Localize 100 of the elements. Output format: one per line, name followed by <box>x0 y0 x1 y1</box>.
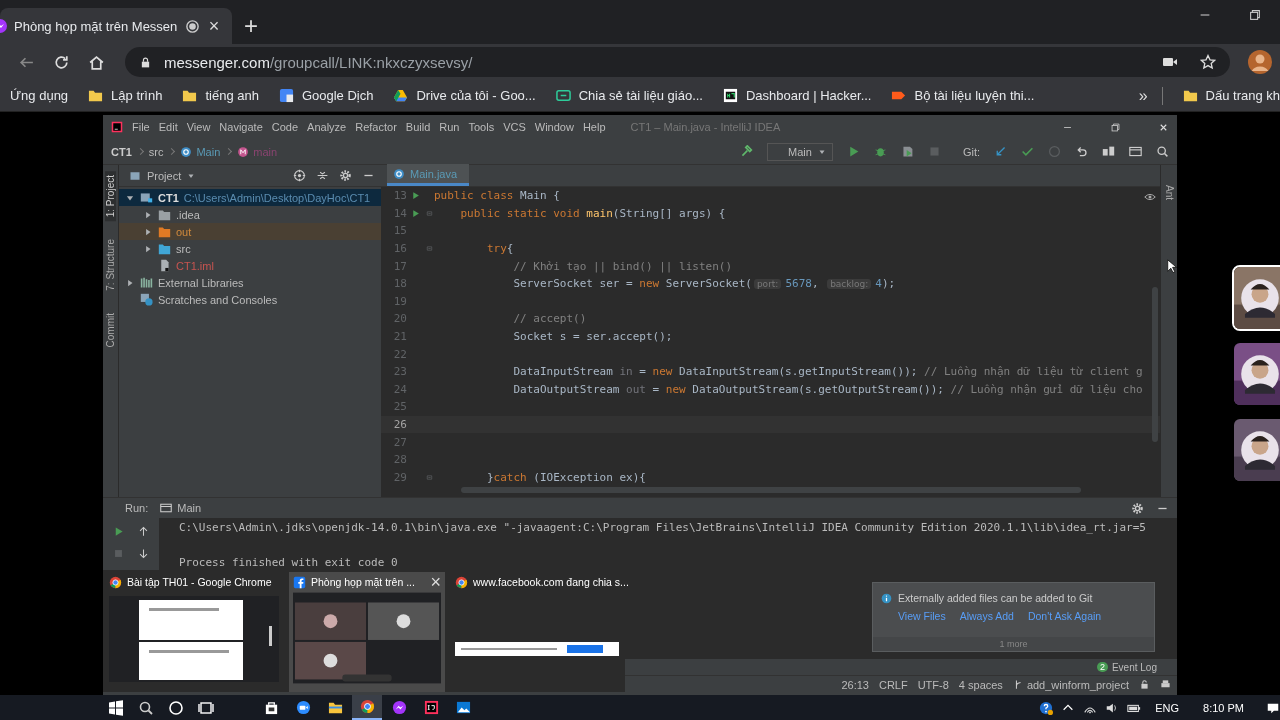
line-number: 14 <box>392 206 407 220</box>
notification-link[interactable]: Don't Ask Again <box>1027 610 1102 622</box>
close-tab-button[interactable]: × <box>206 18 222 34</box>
line-number: 27 <box>392 435 407 449</box>
notification-text: Externally added files can be added to Git <box>898 592 1093 604</box>
menu-item[interactable]: Code <box>271 121 299 133</box>
tree-item[interactable]: .idea <box>119 206 381 223</box>
keyword: public static void <box>459 206 581 220</box>
line-number: 13 <box>392 189 407 203</box>
breadcrumb[interactable]: Main <box>180 145 221 158</box>
language-indicator[interactable]: ENG <box>1155 701 1180 714</box>
console-line: Process finished with exit code 0 <box>179 556 399 572</box>
new-tab-button[interactable]: + <box>244 16 258 36</box>
keyword: new <box>639 277 661 291</box>
more-bookmarks-button[interactable]: » <box>1138 86 1148 105</box>
line-number: 16 <box>392 242 407 256</box>
tree-item[interactable]: External Libraries <box>119 274 381 291</box>
status-item[interactable]: UTF-8 <box>917 678 949 691</box>
bookmark[interactable]: tiếng anh <box>182 88 259 103</box>
code-text: Main { <box>520 189 560 203</box>
menu-item[interactable]: Navigate <box>219 121 263 133</box>
tool-window-tab[interactable]: 1: Project <box>105 171 116 222</box>
code-text: , <box>811 277 820 291</box>
bookmark[interactable]: Drive của tôi - Goo... <box>393 88 536 103</box>
line-number: 17 <box>392 259 407 273</box>
line-number: 21 <box>392 330 407 344</box>
close-button[interactable]: × <box>430 571 441 593</box>
keyword: new <box>652 365 674 379</box>
console-line: C:\Users\Admin\.jdks\openjdk-14.0.1\bin\java.exe "-javaagent:C:\Program Files\JetBrains\IntelliJ IDEA Community Edition 2020.1.1\lib\idea_rt.jar=5 <box>179 521 1147 536</box>
code-text: ServerSocket ser = <box>512 277 634 291</box>
address-bar[interactable]: messenger.com/groupcall/LINK:nkxczyxsevsy/ <box>125 47 1230 77</box>
line-number: 26 <box>392 418 407 431</box>
menu-item[interactable]: View <box>186 121 211 133</box>
keyword: catch <box>493 470 528 484</box>
bookmark[interactable]: Dashboard | Hacker... <box>723 88 872 103</box>
line-number: 19 <box>392 294 407 308</box>
menu-item[interactable]: Window <box>534 121 574 133</box>
code-text: Socket s = ser.accept(); <box>512 330 673 344</box>
window-thumbnail[interactable]: www.facebook.com đang chia s... <box>451 572 629 692</box>
code-comment: // Luồng nhận dữ liệu từ client g <box>924 365 1143 379</box>
tree-item[interactable]: src <box>119 240 381 257</box>
line-number: 24 <box>392 382 407 396</box>
bookmark[interactable]: Google Dịch <box>278 88 374 103</box>
menu-item[interactable]: Refactor <box>355 121 397 133</box>
keyword: try <box>485 242 507 256</box>
breadcrumb[interactable]: src <box>148 145 164 158</box>
menu-item[interactable]: Build <box>405 121 431 133</box>
line-number: 23 <box>392 365 407 379</box>
line-number: 20 <box>392 312 407 326</box>
tool-window-tab[interactable]: Ant <box>1163 181 1175 204</box>
code-text: (String[] args) { <box>612 206 726 220</box>
notification-link[interactable]: View Files <box>898 610 946 622</box>
tool-window-tab[interactable]: 7: Structure <box>105 235 116 295</box>
tree-item[interactable]: Scratches and Consoles <box>119 291 381 308</box>
window-thumbnail[interactable]: Bài tập TH01 - Google Chrome <box>105 572 283 692</box>
menu-item[interactable]: Help <box>582 121 606 133</box>
menu-item[interactable]: VCS <box>503 121 526 133</box>
code-text: ServerSocket( <box>665 277 752 291</box>
view-dropdown[interactable]: Project <box>129 169 196 182</box>
status-item[interactable]: CRLF <box>878 678 908 691</box>
tool-window-tab[interactable]: Commit <box>105 308 116 352</box>
line-number: 22 <box>392 347 407 361</box>
code-text: (IOException ex){ <box>533 470 646 484</box>
bookmark[interactable]: Bộ tài liệu luyện thi... <box>891 88 1035 103</box>
menu-item[interactable]: Analyze <box>307 121 347 133</box>
run-tab[interactable]: Main <box>160 502 202 514</box>
bookmark-folder[interactable]: Dấu trang kh <box>1182 88 1280 103</box>
clock[interactable]: 8:10 PM <box>1203 701 1244 714</box>
code-text: { <box>506 242 514 256</box>
line-number: 28 <box>392 453 407 467</box>
line-number: 18 <box>392 277 407 291</box>
bookmark[interactable]: Lập trình <box>88 88 163 103</box>
run-configuration-dropdown[interactable]: Main <box>767 142 833 161</box>
status-item[interactable]: 4 spaces <box>958 678 1003 691</box>
code-comment: // Luồng nhận gửi dữ liệu cho <box>950 382 1143 396</box>
bookmark[interactable]: Ứng dụng <box>10 88 69 103</box>
variable-name: in <box>619 365 633 379</box>
parameter-hint: backlog: <box>827 279 872 290</box>
status-item[interactable]: 26:13 <box>841 678 869 691</box>
browser-tab[interactable]: Phòng họp mặt trên Messen × <box>0 8 232 44</box>
number-literal: 4 <box>875 277 882 291</box>
menu-item[interactable]: Edit <box>158 121 178 133</box>
menu-item[interactable]: Tools <box>468 121 495 133</box>
line-number: 15 <box>392 224 407 238</box>
git-branch[interactable]: add_winform_project <box>1012 678 1129 691</box>
keyword: public class <box>434 189 515 203</box>
event-log-button[interactable]: 2 Event Log <box>1096 661 1157 673</box>
tree-item[interactable]: out <box>119 223 381 240</box>
code-text: = <box>638 365 647 379</box>
menu-item[interactable]: File <box>132 121 150 133</box>
notification-link[interactable]: Always Add <box>959 610 1014 622</box>
menu-item[interactable]: Run <box>439 121 460 133</box>
tree-item[interactable]: CT1 C:\Users\Admin\Desktop\DayHoc\CT1 <box>119 189 381 206</box>
line-number: 29 <box>392 470 407 484</box>
panel-label: Run: <box>125 502 149 514</box>
window-thumbnail[interactable]: Phòng họp mặt trên ... × <box>289 572 445 692</box>
breadcrumb[interactable]: CT1 <box>111 145 132 158</box>
git-label: Git: <box>962 145 980 158</box>
method-name: main <box>586 206 613 220</box>
bookmark[interactable]: Chia sẻ tài liệu giáo... <box>555 88 703 103</box>
